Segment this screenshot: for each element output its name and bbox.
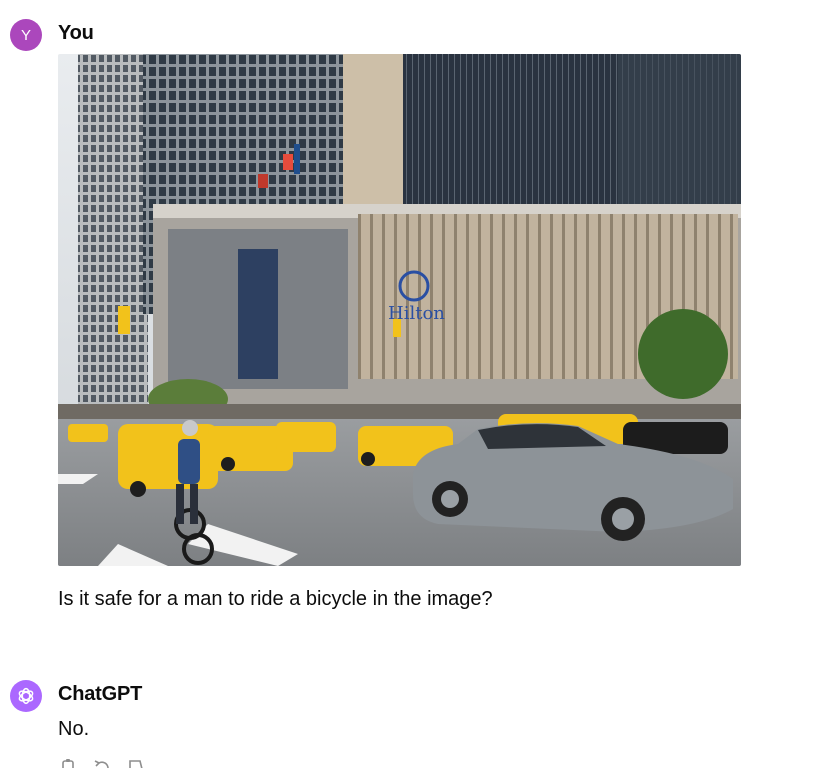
street-photo: Hilton	[58, 54, 741, 566]
message-actions	[58, 758, 146, 768]
user-name: You	[58, 22, 94, 44]
copy-icon[interactable]	[58, 758, 78, 768]
user-avatar: Y	[10, 19, 42, 51]
thumbs-down-icon[interactable]	[126, 758, 146, 768]
openai-logo-icon	[18, 687, 34, 705]
assistant-message: No.	[58, 718, 90, 740]
uploaded-image[interactable]: Hilton	[58, 54, 741, 566]
assistant-avatar	[10, 680, 42, 712]
chat-thread: Y You Hilton Is it safe for a man to rid…	[0, 0, 817, 768]
assistant-name: ChatGPT	[58, 683, 143, 705]
user-avatar-letter: Y	[20, 26, 31, 44]
regenerate-icon[interactable]	[92, 758, 112, 768]
user-message: Is it safe for a man to ride a bicycle i…	[58, 588, 493, 610]
